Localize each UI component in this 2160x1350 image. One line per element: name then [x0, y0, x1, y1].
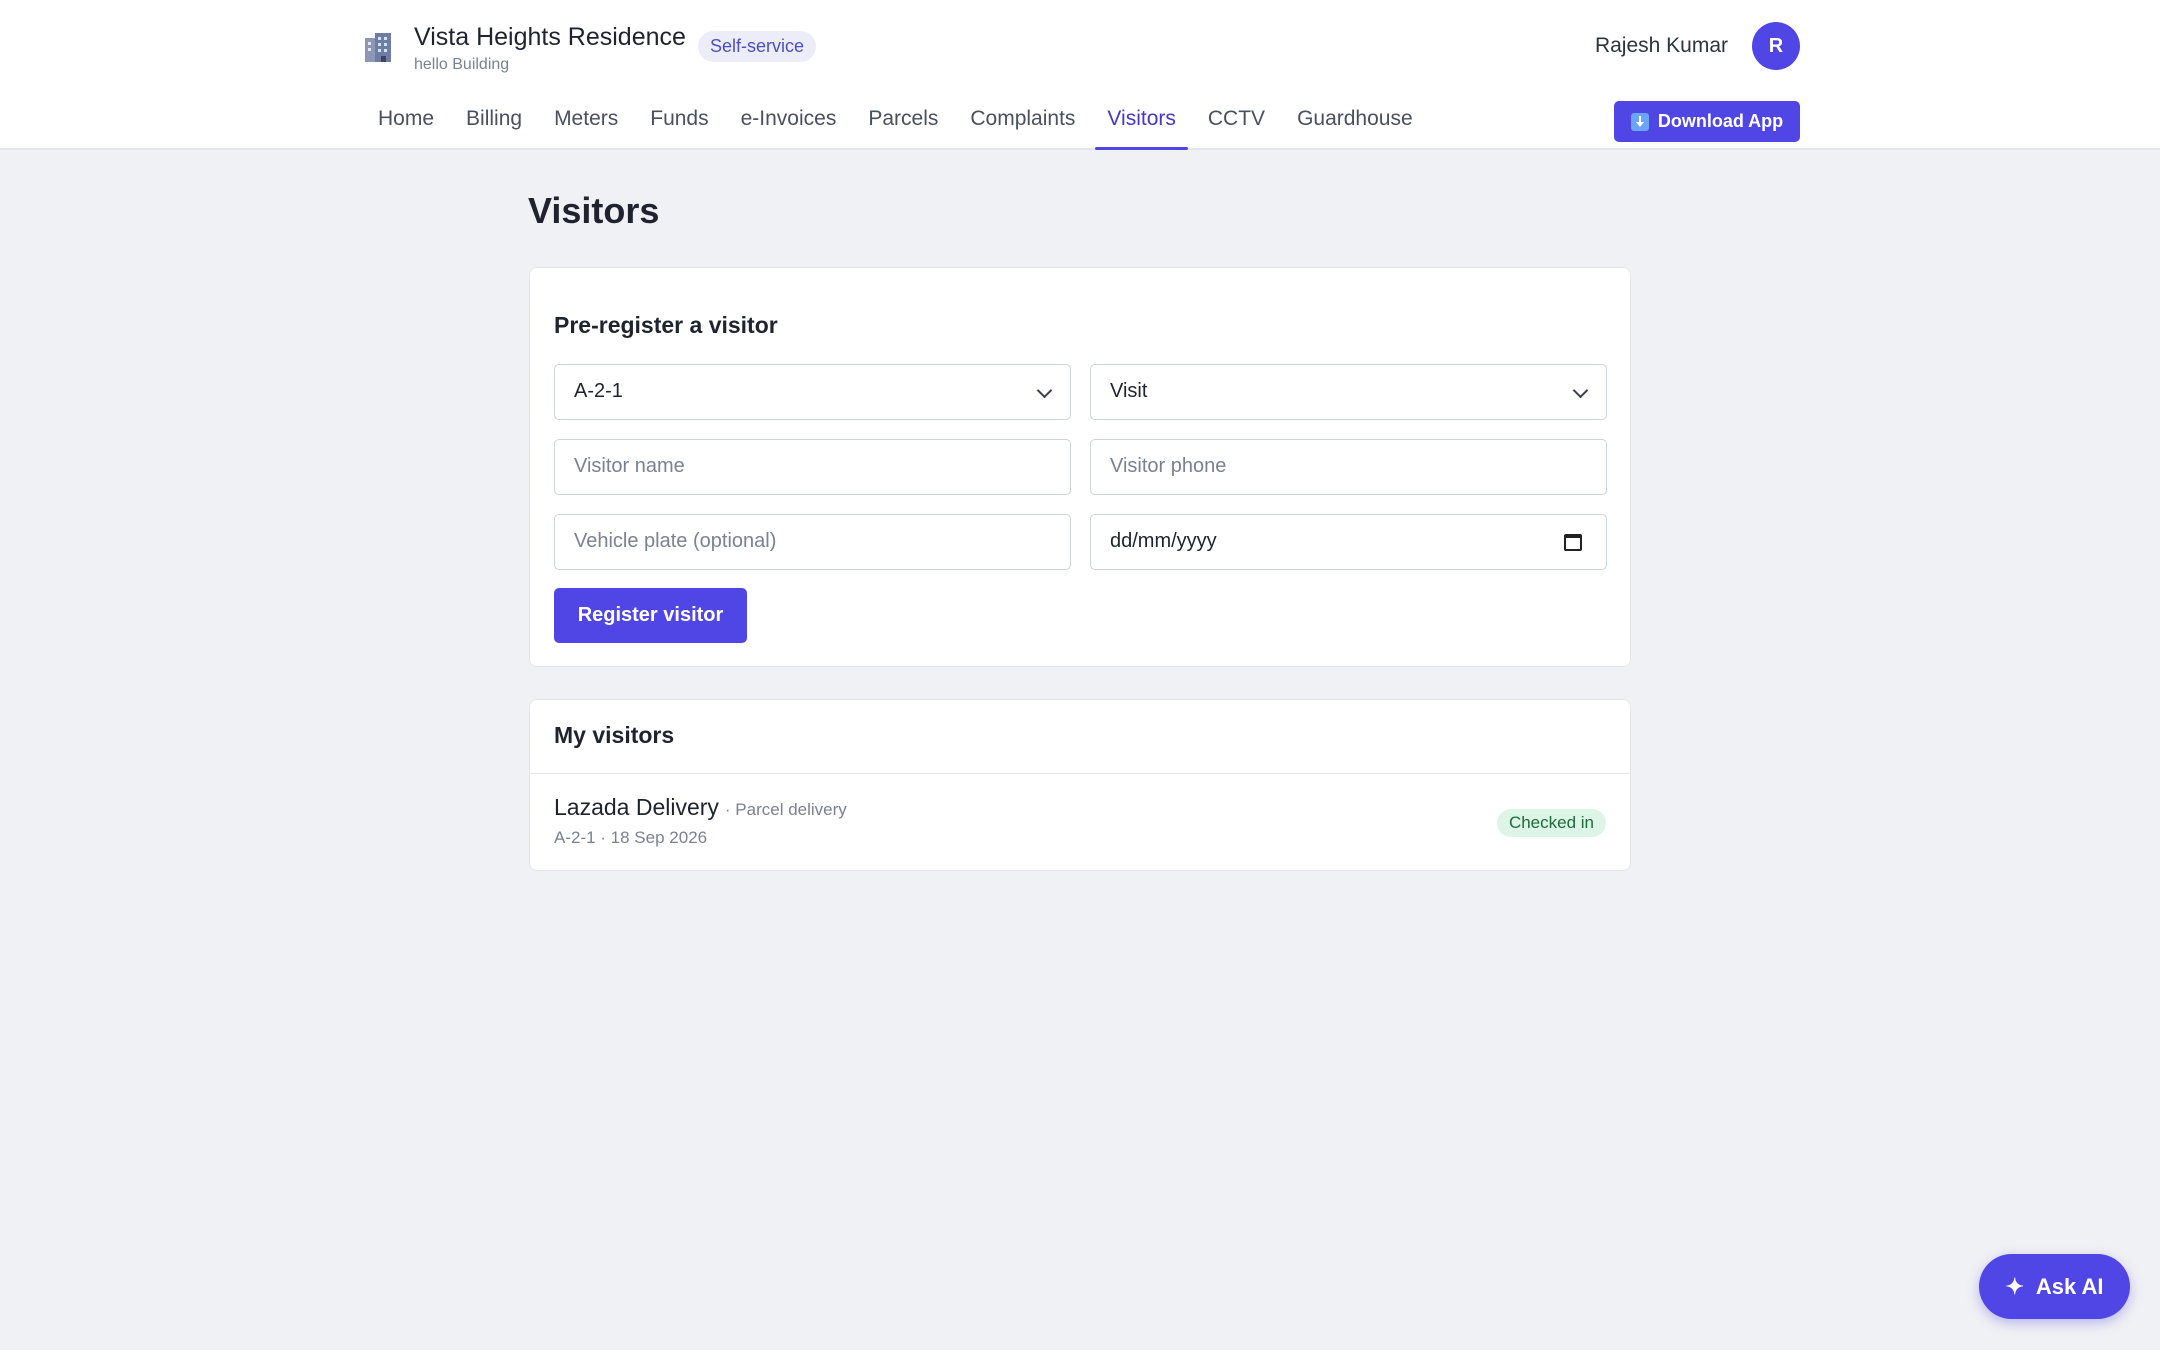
nav-cctv[interactable]: CCTV [1192, 100, 1281, 150]
nav-meters[interactable]: Meters [538, 100, 634, 150]
user-name: Rajesh Kumar [1594, 34, 1728, 57]
nav-visitors[interactable]: Visitors [1091, 100, 1191, 150]
download-app-button[interactable]: Download App [1614, 101, 1800, 142]
nav-home[interactable]: Home [362, 100, 450, 150]
divider [530, 773, 1630, 774]
status-badge: Checked in [1496, 809, 1606, 837]
sparkle-icon: ✦ [2005, 1273, 2024, 1299]
download-icon [1630, 112, 1649, 131]
chevron-down-icon [1572, 382, 1589, 399]
purpose-select-value: Visit [1110, 380, 1148, 402]
user-menu[interactable]: Rajesh Kumar R [1595, 22, 1800, 70]
avatar[interactable]: R [1752, 22, 1800, 70]
unit-select-value: A-2-1 [574, 380, 623, 402]
nav-parcels[interactable]: Parcels [852, 100, 954, 150]
nav-funds[interactable]: Funds [634, 100, 724, 150]
pre-register-card: Pre-register a visitor A-2-1 Visit Visit… [529, 267, 1631, 667]
visitor-name-input[interactable]: Visitor name [554, 439, 1071, 495]
brand[interactable]: Vista Heights Residence hello Building [362, 22, 686, 74]
visitor-name: Lazada Delivery · Parcel delivery [554, 794, 847, 821]
main-nav: Home Billing Meters Funds e-Invoices Par… [362, 100, 1429, 150]
ask-ai-button[interactable]: ✦ Ask AI [1979, 1254, 2130, 1319]
building-icon [362, 30, 396, 64]
vehicle-plate-input[interactable]: Vehicle plate (optional) [554, 514, 1071, 570]
mode-badge: Self-service [698, 31, 817, 62]
visitor-type: · Parcel delivery [724, 800, 847, 819]
pre-register-title: Pre-register a visitor [554, 312, 778, 338]
visitor-name-text: Lazada Delivery [554, 794, 719, 820]
building-subtitle: hello Building [414, 56, 510, 73]
visitor-phone-input[interactable]: Visitor phone [1090, 439, 1607, 495]
ask-ai-label: Ask AI [2035, 1273, 2104, 1299]
nav-guardhouse[interactable]: Guardhouse [1281, 100, 1429, 150]
brand-text: Vista Heights Residence hello Building [414, 22, 686, 74]
nav-complaints[interactable]: Complaints [954, 100, 1091, 150]
visit-date-input[interactable]: dd/mm/yyyy [1090, 514, 1607, 570]
chevron-down-icon [1036, 382, 1053, 399]
download-app-label: Download App [1657, 111, 1784, 131]
register-visitor-button[interactable]: Register visitor [554, 588, 747, 643]
calendar-icon[interactable] [1564, 534, 1582, 551]
page-title: Visitors [528, 190, 660, 231]
top-bar: Vista Heights Residence hello Building S… [0, 0, 2160, 150]
visit-date-placeholder: dd/mm/yyyy [1110, 530, 1217, 552]
my-visitors-card: My visitors Lazada Delivery · Parcel deli… [529, 699, 1631, 871]
building-name: Vista Heights Residence [414, 23, 686, 51]
unit-select[interactable]: A-2-1 [554, 364, 1071, 420]
nav-e-invoices[interactable]: e-Invoices [725, 100, 853, 150]
my-visitors-title: My visitors [554, 722, 675, 748]
visitor-meta: A-2-1 · 18 Sep 2026 [554, 828, 708, 847]
purpose-select[interactable]: Visit [1090, 364, 1607, 420]
nav-billing[interactable]: Billing [450, 100, 538, 150]
